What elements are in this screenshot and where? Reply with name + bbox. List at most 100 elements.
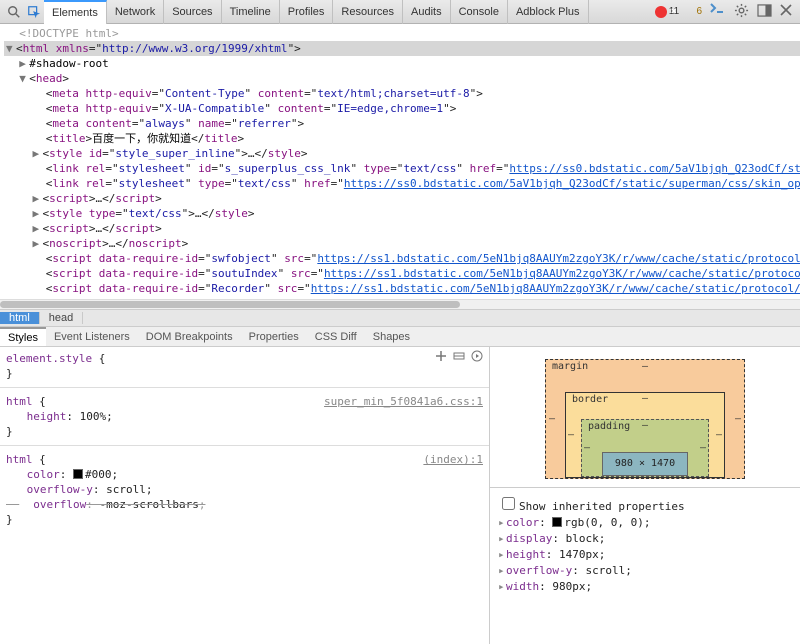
dom-node[interactable]: ▶#shadow-root bbox=[4, 56, 800, 71]
margin-left-val: – bbox=[549, 414, 555, 425]
chevron-right-icon[interactable]: ▸ bbox=[498, 547, 506, 563]
expander-icon[interactable]: ▼ bbox=[19, 71, 29, 86]
css-rule[interactable]: super_min_5f0841a6.css:1html { height: 1… bbox=[6, 394, 483, 439]
box-model-border[interactable]: border – – – – padding – – – – 980 × 147… bbox=[565, 392, 725, 478]
border-top-val: – bbox=[642, 393, 648, 404]
dock-side-icon[interactable] bbox=[757, 4, 772, 20]
styles-tab-dom-breakpoints[interactable]: DOM Breakpoints bbox=[138, 327, 241, 346]
horizontal-scrollbar[interactable] bbox=[0, 299, 800, 309]
chevron-right-icon[interactable]: ▸ bbox=[498, 531, 506, 547]
styles-toolbar-icons bbox=[435, 350, 483, 366]
css-rule[interactable]: element.style {} bbox=[6, 351, 483, 381]
tab-resources[interactable]: Resources bbox=[333, 0, 403, 24]
play-animation-icon[interactable] bbox=[471, 350, 483, 366]
dom-node[interactable]: <script data-require-id="Recorder" src="… bbox=[4, 281, 800, 296]
margin-right-val: – bbox=[735, 414, 741, 425]
dom-node[interactable]: <meta http-equiv="Content-Type" content=… bbox=[4, 86, 800, 101]
elements-tree[interactable]: <!DOCTYPE html>▼<html xmlns="http://www.… bbox=[0, 24, 800, 299]
breadcrumb-item[interactable]: html bbox=[0, 312, 40, 324]
computed-property[interactable]: ▸color: rgb(0, 0, 0); bbox=[498, 515, 792, 531]
computed-property[interactable]: ▸width: 980px; bbox=[498, 579, 792, 595]
styles-tab-shapes[interactable]: Shapes bbox=[365, 327, 418, 346]
toggle-state-icon[interactable] bbox=[453, 350, 465, 366]
styles-tab-properties[interactable]: Properties bbox=[241, 327, 307, 346]
expander-icon[interactable]: ▶ bbox=[19, 56, 29, 71]
styles-tab-css-diff[interactable]: CSS Diff bbox=[307, 327, 365, 346]
box-model-padding[interactable]: padding – – – – 980 × 1470 bbox=[581, 419, 709, 477]
styles-pane[interactable]: element.style {} super_min_5f0841a6.css:1… bbox=[0, 347, 490, 644]
dom-node[interactable]: ▼<head> bbox=[4, 71, 800, 86]
box-model[interactable]: margin – – – – border – – – – padding – bbox=[490, 347, 800, 487]
color-swatch-icon bbox=[552, 517, 562, 527]
warning-count-badge[interactable]: 6 bbox=[694, 6, 702, 17]
bottom-panels: element.style {} super_min_5f0841a6.css:1… bbox=[0, 347, 800, 644]
dom-node[interactable]: <title>百度一下，你就知道</title> bbox=[4, 131, 800, 146]
expander-icon[interactable]: ▶ bbox=[33, 146, 43, 161]
main-tabs: ElementsNetworkSourcesTimelineProfilesRe… bbox=[44, 0, 589, 24]
tab-adblock-plus[interactable]: Adblock Plus bbox=[508, 0, 589, 24]
dom-node[interactable]: <script data-require-id="soutuIndex" src… bbox=[4, 266, 800, 281]
dom-node[interactable]: <link rel="stylesheet" type="text/css" h… bbox=[4, 176, 800, 191]
inspect-element-icon[interactable] bbox=[24, 2, 44, 22]
show-inherited-input[interactable] bbox=[502, 497, 515, 510]
tab-sources[interactable]: Sources bbox=[164, 0, 221, 24]
dom-node[interactable]: <script data-require-id="swfobject" src=… bbox=[4, 251, 800, 266]
dom-node[interactable]: ▶<script>…</script> bbox=[4, 191, 800, 206]
tab-console[interactable]: Console bbox=[451, 0, 508, 24]
warning-count: 6 bbox=[696, 6, 702, 17]
dom-node[interactable]: ▶<noscript>…</noscript> bbox=[4, 236, 800, 251]
search-icon[interactable] bbox=[4, 2, 24, 22]
dom-node[interactable]: ▼<html xmlns="http://www.w3.org/1999/xht… bbox=[4, 41, 800, 56]
box-model-margin[interactable]: margin – – – – border – – – – padding – bbox=[545, 359, 745, 479]
computed-pane[interactable]: Show inherited properties ▸color: rgb(0,… bbox=[490, 487, 800, 601]
metrics-pane: margin – – – – border – – – – padding – bbox=[490, 347, 800, 644]
css-rule[interactable]: (index):1html { color: #000; overflow-y:… bbox=[6, 452, 483, 527]
gear-icon[interactable] bbox=[734, 3, 749, 21]
dom-node[interactable]: <meta http-equiv="X-UA-Compatible" conte… bbox=[4, 101, 800, 116]
dom-node[interactable]: <link rel="stylesheet" id="s_superplus_c… bbox=[4, 161, 800, 176]
rule-source-link[interactable]: (index):1 bbox=[423, 452, 483, 467]
expander-icon[interactable]: ▶ bbox=[33, 206, 43, 221]
tab-network[interactable]: Network bbox=[107, 0, 164, 24]
tab-timeline[interactable]: Timeline bbox=[222, 0, 280, 24]
error-count: 11 bbox=[669, 6, 679, 17]
show-inherited-checkbox[interactable]: Show inherited properties bbox=[498, 500, 685, 513]
breadcrumb: htmlhead bbox=[0, 309, 800, 327]
new-rule-icon[interactable] bbox=[435, 350, 447, 366]
computed-property[interactable]: ▸display: block; bbox=[498, 531, 792, 547]
margin-top-val: – bbox=[642, 361, 648, 372]
dom-node[interactable]: ▶<script>…</script> bbox=[4, 221, 800, 236]
expander-icon[interactable]: ▶ bbox=[33, 236, 43, 251]
dom-node[interactable]: <!DOCTYPE html> bbox=[4, 26, 800, 41]
breadcrumb-item[interactable]: head bbox=[40, 312, 83, 324]
toggle-console-icon[interactable] bbox=[710, 3, 726, 20]
dom-node[interactable]: <meta content="always" name="referrer"> bbox=[4, 116, 800, 131]
chevron-right-icon[interactable]: ▸ bbox=[498, 515, 506, 531]
toolbar-right: 11 6 bbox=[655, 3, 796, 21]
computed-property[interactable]: ▸overflow-y: scroll; bbox=[498, 563, 792, 579]
dom-node[interactable]: ▶<style id="style_super_inline">…</style… bbox=[4, 146, 800, 161]
rule-source-link[interactable]: super_min_5f0841a6.css:1 bbox=[324, 394, 483, 409]
show-inherited-label: Show inherited properties bbox=[519, 500, 685, 513]
close-icon[interactable] bbox=[780, 4, 792, 19]
computed-property[interactable]: ▸height: 1470px; bbox=[498, 547, 792, 563]
styles-tab-styles[interactable]: Styles bbox=[0, 327, 46, 346]
expander-icon[interactable]: ▼ bbox=[6, 41, 16, 56]
tab-audits[interactable]: Audits bbox=[403, 0, 451, 24]
expander-icon[interactable]: ▶ bbox=[33, 191, 43, 206]
styles-tab-event-listeners[interactable]: Event Listeners bbox=[46, 327, 138, 346]
expander-icon[interactable]: ▶ bbox=[33, 221, 43, 236]
styles-sidebar-tabs: StylesEvent ListenersDOM BreakpointsProp… bbox=[0, 327, 800, 347]
padding-label: padding bbox=[588, 421, 630, 432]
color-swatch-icon[interactable] bbox=[73, 469, 83, 479]
error-count-badge[interactable]: 11 bbox=[655, 6, 687, 18]
border-right-val: – bbox=[716, 430, 722, 441]
tab-elements[interactable]: Elements bbox=[44, 0, 107, 24]
padding-left-val: – bbox=[584, 443, 590, 454]
chevron-right-icon[interactable]: ▸ bbox=[498, 579, 506, 595]
dom-node[interactable]: ▶<style type="text/css">…</style> bbox=[4, 206, 800, 221]
tab-profiles[interactable]: Profiles bbox=[280, 0, 334, 24]
chevron-right-icon[interactable]: ▸ bbox=[498, 563, 506, 579]
box-model-content[interactable]: 980 × 1470 bbox=[602, 452, 688, 476]
padding-top-val: – bbox=[642, 420, 648, 431]
